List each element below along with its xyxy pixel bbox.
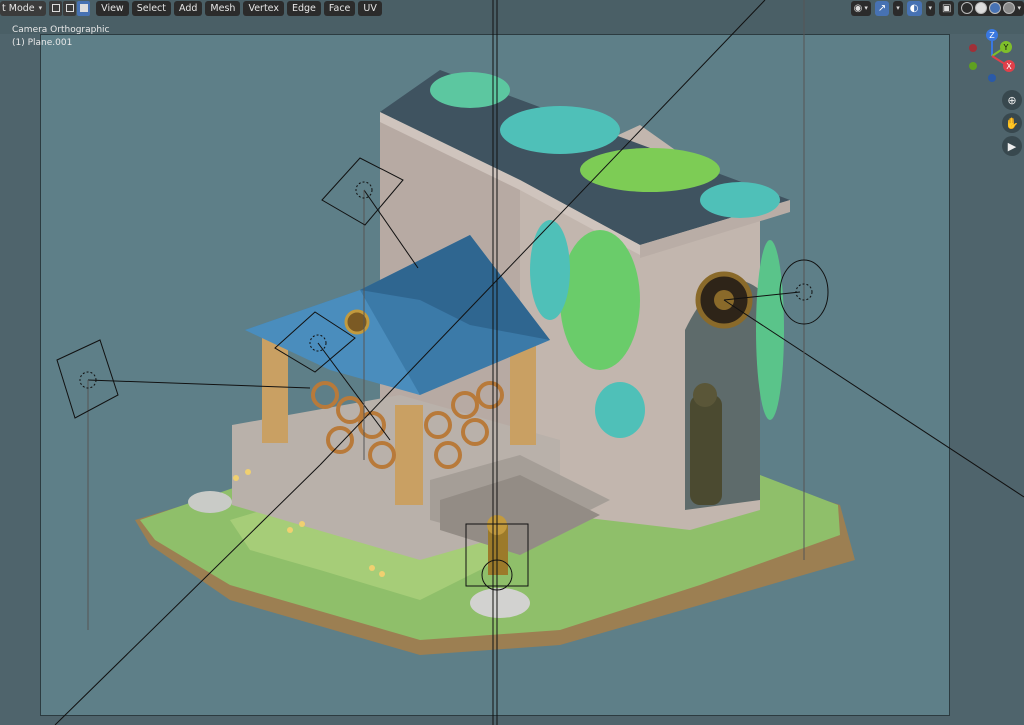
menu-face[interactable]: Face [323,0,356,16]
menu-uv[interactable]: UV [358,0,382,16]
visibility-dropdown[interactable]: ◉ ▾ [850,0,871,16]
mode-label: t Mode [2,2,35,14]
mode-selector[interactable]: t Mode ▾ [0,0,47,16]
3d-viewport[interactable]: t Mode ▾ View Select Add Mesh Vertex Edg… [0,0,1024,725]
y-axis-label: Y [1003,43,1009,52]
active-object-label: (1) Plane.001 [12,38,73,48]
gizmo-dropdown[interactable]: ▾ [893,0,903,16]
select-mode-group [49,0,91,16]
rendered-shading-icon[interactable] [1003,2,1016,14]
overlays-icon: ◐ [909,2,919,14]
chevron-down-icon: ▾ [38,3,43,12]
edge-select-icon[interactable] [63,0,77,16]
shading-modes: ▾ [958,0,1024,16]
menu-edge[interactable]: Edge [286,0,321,16]
camera-view-label: Camera Orthographic [12,25,110,35]
chevron-down-icon: ▾ [928,4,933,12]
face-select-icon[interactable] [77,0,91,16]
overlays-toggle[interactable]: ◐ [906,0,922,16]
chevron-down-icon: ▾ [1017,4,1021,12]
column [510,345,536,445]
chevron-down-icon: ▾ [864,4,868,12]
stone [188,491,232,513]
gizmo-toggle[interactable]: ↗ [874,0,890,16]
menu-select[interactable]: Select [131,0,172,16]
zoom-icon[interactable]: ⊕ [1002,90,1022,110]
menu-mesh[interactable]: Mesh [205,0,241,16]
x-axis-label: X [1006,62,1012,71]
xray-toggle[interactable]: ▣ [939,0,955,16]
viewport-header-right: ◉ ▾ ↗ ▾ ◐ ▾ ▣ ▾ [850,0,1024,16]
wireframe-shading-icon[interactable] [961,2,974,14]
stone [470,588,530,618]
menu-view[interactable]: View [96,0,129,16]
material-shading-icon[interactable] [989,2,1002,14]
solid-shading-icon[interactable] [975,2,988,14]
z-axis-label: Z [989,31,995,40]
eye-icon: ◉ [853,2,863,14]
menu-add[interactable]: Add [174,0,203,16]
neg-y-handle [969,62,977,70]
vertex-select-icon[interactable] [49,0,63,16]
neg-z-handle [988,74,996,82]
camera-icon[interactable]: ▶ [1002,136,1022,156]
viewport-header: t Mode ▾ View Select Add Mesh Vertex Edg… [0,0,382,16]
navigation-gizmo[interactable]: Z Y X [968,28,1018,84]
gizmo-icon: ↗ [877,2,887,14]
xray-icon: ▣ [942,2,952,14]
scene-render [54,0,1024,725]
column [395,405,423,505]
roof-ornament [344,309,370,335]
neg-x-handle [969,44,977,52]
hand-pan-icon[interactable]: ✋ [1002,113,1022,133]
chevron-down-icon: ▾ [896,4,900,12]
statue [690,395,722,505]
overlays-dropdown[interactable]: ▾ [925,0,936,16]
menu-vertex[interactable]: Vertex [243,0,284,16]
